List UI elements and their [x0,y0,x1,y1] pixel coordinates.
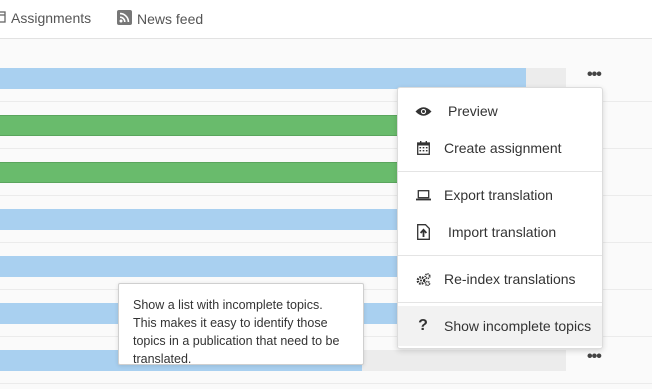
tooltip-text: Show a list with incomplete topics. This… [133,298,340,366]
calendar-icon [0,10,6,26]
more-actions-menu: Preview Create assignment Export transla… [397,87,603,349]
calendar-icon [414,141,432,155]
menu-item-preview-label: Preview [448,103,498,119]
nav-assignments[interactable]: Assignments [0,10,91,26]
menu-item-create-assignment[interactable]: Create assignment [398,128,602,168]
nav-assignments-label: Assignments [11,10,92,26]
menu-item-show-incomplete-topics[interactable]: ? Show incomplete topics [398,306,602,346]
laptop-icon [414,189,432,201]
menu-item-create-assignment-label: Create assignment [444,140,562,156]
row-divider [0,383,652,384]
menu-separator [398,302,602,303]
question-icon: ? [418,317,428,334]
menu-item-reindex-translations-label: Re-index translations [444,271,576,287]
menu-separator [398,171,602,172]
row-more-button[interactable]: ••• [587,66,602,84]
rss-icon [117,10,132,28]
cogs-icon [414,272,432,286]
file-import-icon [414,224,432,240]
progress-bar[interactable] [0,68,566,89]
menu-item-export-translation-label: Export translation [444,187,553,203]
menu-separator [398,255,602,256]
tooltip: Show a list with incomplete topics. This… [118,283,364,366]
progress-bar-fill [0,68,526,89]
eye-icon [414,106,432,117]
row-more-button[interactable]: ••• [587,348,602,366]
menu-item-import-translation-label: Import translation [448,224,557,240]
menu-item-preview[interactable]: Preview [398,91,602,131]
menu-item-export-translation[interactable]: Export translation [398,175,602,215]
nav-news-feed[interactable]: News feed [117,10,203,28]
top-nav-bar: Assignments News feed [0,0,652,39]
menu-item-show-incomplete-topics-label: Show incomplete topics [444,318,592,334]
menu-item-reindex-translations[interactable]: Re-index translations [398,259,602,299]
menu-item-import-translation[interactable]: Import translation [398,212,602,252]
nav-news-feed-label: News feed [137,11,204,27]
